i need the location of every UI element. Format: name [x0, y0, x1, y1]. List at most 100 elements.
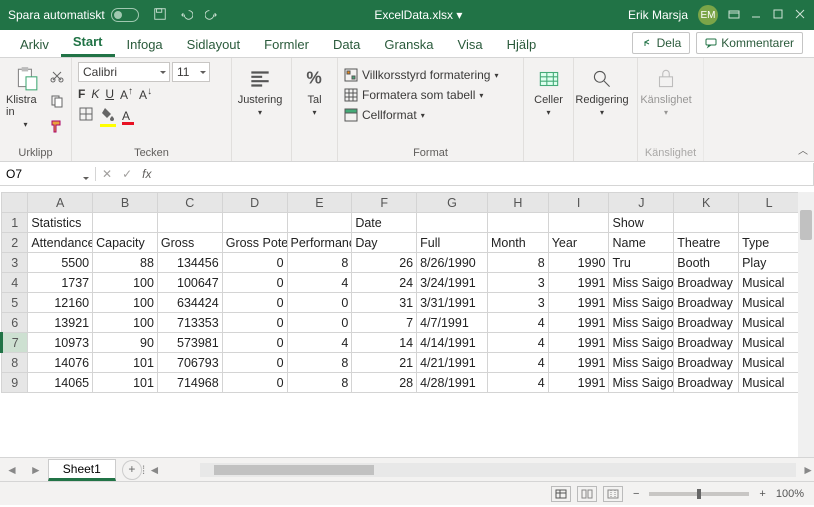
cell[interactable] [222, 213, 287, 233]
cell[interactable]: Year [548, 233, 609, 253]
cell[interactable]: 10973 [28, 333, 93, 353]
col-header[interactable]: F [352, 193, 417, 213]
cell[interactable]: 101 [93, 353, 158, 373]
cell[interactable]: 3/24/1991 [417, 273, 488, 293]
cell[interactable]: 88 [93, 253, 158, 273]
cell[interactable]: 4 [487, 373, 548, 393]
tab-sidlayout[interactable]: Sidlayout [175, 32, 252, 57]
cell[interactable]: 0 [222, 293, 287, 313]
cell[interactable]: 4/14/1991 [417, 333, 488, 353]
cell[interactable]: 4/28/1991 [417, 373, 488, 393]
cell[interactable]: 1991 [548, 273, 609, 293]
cell[interactable]: Name [609, 233, 674, 253]
tab-granska[interactable]: Granska [372, 32, 445, 57]
cell[interactable]: Miss Saigon [609, 273, 674, 293]
cell[interactable]: Miss Saigon [609, 313, 674, 333]
cell[interactable]: 3 [487, 293, 548, 313]
row-header[interactable]: 6 [2, 313, 28, 333]
row-header[interactable]: 3 [2, 253, 28, 273]
user-name[interactable]: Erik Marsja [628, 8, 688, 22]
undo-icon[interactable] [179, 7, 193, 24]
row-header[interactable]: 8 [2, 353, 28, 373]
fill-color-icon[interactable] [100, 106, 116, 125]
cell[interactable]: 28 [352, 373, 417, 393]
tab-visa[interactable]: Visa [446, 32, 495, 57]
cell[interactable]: 8 [287, 253, 352, 273]
cell[interactable]: Gross Potential [222, 233, 287, 253]
col-header[interactable]: L [739, 193, 800, 213]
cell[interactable]: 4 [287, 273, 352, 293]
row-header[interactable]: 9 [2, 373, 28, 393]
italic-icon[interactable]: K [91, 87, 99, 101]
minimize-icon[interactable] [750, 8, 762, 23]
col-header[interactable]: K [674, 193, 739, 213]
cell[interactable]: Miss Saigon [609, 293, 674, 313]
cell[interactable]: 713353 [157, 313, 222, 333]
cell[interactable] [287, 213, 352, 233]
row-header[interactable]: 7 [2, 333, 28, 353]
format-painter-icon[interactable] [49, 118, 65, 137]
worksheet-grid[interactable]: ABCDEFGHIJKL 1StatisticsDateShow2Attenda… [0, 192, 800, 393]
cell[interactable]: 3 [487, 273, 548, 293]
cell[interactable]: 4/21/1991 [417, 353, 488, 373]
name-box[interactable]: O7 [0, 167, 96, 181]
cell[interactable]: 101 [93, 373, 158, 393]
col-header[interactable]: A [28, 193, 93, 213]
cell[interactable]: 0 [287, 313, 352, 333]
cell[interactable]: Performances [287, 233, 352, 253]
next-sheet-icon[interactable]: ► [24, 463, 48, 477]
bold-icon[interactable]: F [78, 87, 85, 101]
cell[interactable]: 8 [287, 353, 352, 373]
cell[interactable]: Booth [674, 253, 739, 273]
cell[interactable]: 714968 [157, 373, 222, 393]
cell[interactable]: 100647 [157, 273, 222, 293]
col-header[interactable]: H [487, 193, 548, 213]
col-header[interactable]: I [548, 193, 609, 213]
select-all-cell[interactable] [2, 193, 28, 213]
save-icon[interactable] [153, 7, 167, 24]
user-avatar[interactable]: EM [698, 5, 718, 25]
format-as-table-button[interactable]: Formatera som tabell ▾ [344, 86, 483, 104]
zoom-level[interactable]: 100% [776, 488, 804, 500]
close-icon[interactable] [794, 8, 806, 23]
number-format-button[interactable]: % Tal▾ [298, 62, 331, 117]
cell[interactable] [487, 213, 548, 233]
redo-icon[interactable] [205, 7, 219, 24]
page-layout-view-icon[interactable] [577, 486, 597, 502]
zoom-out-icon[interactable]: − [633, 488, 639, 500]
collapse-ribbon-icon[interactable]: ︿ [798, 142, 808, 157]
col-header[interactable]: C [157, 193, 222, 213]
cell[interactable]: 100 [93, 273, 158, 293]
row-header[interactable]: 1 [2, 213, 28, 233]
tab-infoga[interactable]: Infoga [115, 32, 175, 57]
cell[interactable]: 1990 [548, 253, 609, 273]
cell[interactable]: 1991 [548, 373, 609, 393]
cell[interactable]: Broadway [674, 333, 739, 353]
col-header[interactable]: B [93, 193, 158, 213]
enter-formula-icon[interactable]: ✓ [122, 167, 132, 181]
cell[interactable]: 0 [222, 253, 287, 273]
cell[interactable]: Play [739, 253, 800, 273]
cell[interactable]: 7 [352, 313, 417, 333]
cell[interactable] [417, 213, 488, 233]
cell[interactable]: 1991 [548, 353, 609, 373]
cell[interactable]: 14076 [28, 353, 93, 373]
cell[interactable]: Statistics [28, 213, 93, 233]
cell[interactable]: 1737 [28, 273, 93, 293]
autosave-toggle[interactable] [111, 8, 139, 22]
cell[interactable]: Type [739, 233, 800, 253]
font-size-combo[interactable]: 11 [172, 62, 210, 82]
tab-data[interactable]: Data [321, 32, 372, 57]
maximize-icon[interactable] [772, 8, 784, 23]
cell[interactable]: 12160 [28, 293, 93, 313]
tab-arkiv[interactable]: Arkiv [8, 32, 61, 57]
cell[interactable]: 100 [93, 313, 158, 333]
cell[interactable]: 24 [352, 273, 417, 293]
row-header[interactable]: 2 [2, 233, 28, 253]
fx-icon[interactable]: fx [142, 167, 151, 181]
cell[interactable]: 706793 [157, 353, 222, 373]
col-header[interactable]: D [222, 193, 287, 213]
cell[interactable]: 4 [287, 333, 352, 353]
editing-button[interactable]: Redigering▾ [580, 62, 624, 117]
cell[interactable]: 4/7/1991 [417, 313, 488, 333]
